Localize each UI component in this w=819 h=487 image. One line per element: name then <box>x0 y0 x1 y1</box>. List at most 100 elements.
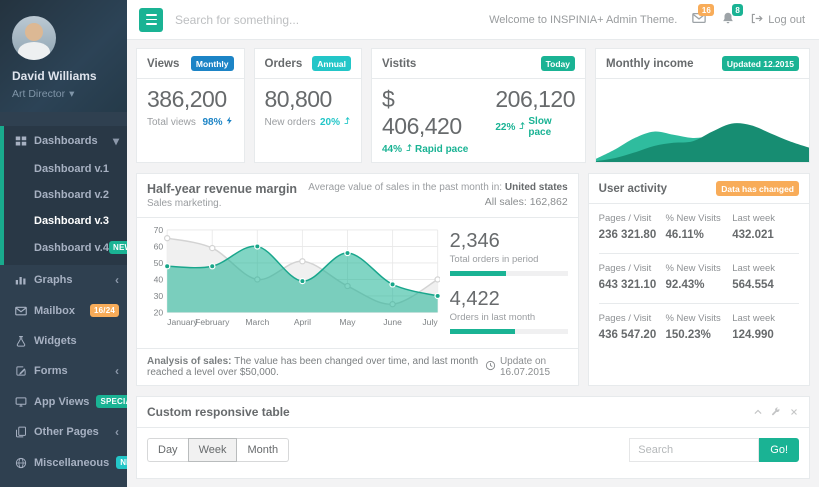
app-window: David Williams Art Director ▾ Dashboards… <box>0 0 819 487</box>
nav-section-graphs: Graphs‹ <box>0 265 127 295</box>
search-input[interactable] <box>175 13 415 27</box>
submenu: Dashboard v.1Dashboard v.2 Dashboard v.3 D… <box>4 156 127 265</box>
table-search: Go! <box>629 438 799 462</box>
sidebar-item-dashboards[interactable]: Dashboards▾ <box>4 126 127 156</box>
table-title: Custom responsive table <box>147 405 290 419</box>
sidebar-item-label: Forms <box>34 365 68 377</box>
views-value: 386,200 <box>147 86 234 113</box>
range-button-month[interactable]: Month <box>237 438 289 462</box>
notifications-button[interactable]: 8 <box>721 11 735 28</box>
revenue-title: Half-year revenue margin <box>147 182 297 196</box>
level-up-icon <box>342 116 351 128</box>
col-header-date: Date <box>736 472 808 478</box>
activity-cell-pages-visit: Pages / Visit436 547.20 <box>599 313 666 341</box>
svg-text:July: July <box>422 317 438 327</box>
orders-metric: 20% <box>320 116 351 128</box>
notifications-count-badge: 8 <box>732 4 743 16</box>
sidebar-item-app-views[interactable]: App ViewsSPECIAL <box>4 386 127 417</box>
sidebar-item-graphs[interactable]: Graphs‹ <box>4 265 127 295</box>
sidebar-subitem-dashboard-v-3[interactable]: Dashboard v.3 <box>4 208 127 234</box>
views-metric: 98% <box>202 116 233 128</box>
user-activity-panel: User activity Data has changed Pages / V… <box>588 173 810 386</box>
views-badge: Monthly <box>191 56 234 71</box>
sidebar-item-label: Miscellaneous <box>34 457 109 469</box>
close-icon[interactable] <box>789 407 799 417</box>
projects-table: #ProjectNamePhoneCompanyCompletedTaskDat… <box>147 472 809 478</box>
stats-row: Views Monthly 386,200 Total views 98% <box>136 48 810 163</box>
logout-label: Log out <box>768 14 805 26</box>
range-button-group: DayWeekMonth <box>147 438 289 462</box>
activity-value: 236 321.80 <box>599 229 666 241</box>
orders-label: New orders <box>265 117 316 128</box>
sidebar-item-forms[interactable]: Forms‹ <box>4 356 127 386</box>
files-icon <box>15 426 27 438</box>
logout-button[interactable]: Log out <box>750 12 805 28</box>
caret-down-icon: ▾ <box>69 88 74 100</box>
monthly-income-box: Monthly income Updated 12.2015 <box>595 48 810 163</box>
main-area: Welcome to INSPINIA+ Admin Theme. 16 8 L… <box>127 0 819 487</box>
sidebar-subitem-dashboard-v-1[interactable]: Dashboard v.1 <box>4 156 127 182</box>
orders-badge: Annual <box>312 56 351 71</box>
activity-label: Pages / Visit <box>599 313 666 324</box>
navbar-search <box>175 13 415 27</box>
user-profile: David Williams Art Director ▾ <box>0 0 127 112</box>
monthly-income-chart <box>596 110 809 162</box>
all-sales: All sales: 162,862 <box>308 196 567 208</box>
activity-value: 150.23% <box>665 329 732 341</box>
bolt-icon <box>225 116 234 128</box>
views-label: Total views <box>147 117 196 128</box>
table-search-input[interactable] <box>629 438 759 462</box>
wrench-icon[interactable] <box>771 407 781 417</box>
activity-value: 92.43% <box>665 279 732 291</box>
sidebar-item-miscellaneous[interactable]: Miscellaneous NEW <box>4 447 127 478</box>
navbar-right: Welcome to INSPINIA+ Admin Theme. 16 8 L… <box>489 11 819 28</box>
svg-text:30: 30 <box>154 291 164 301</box>
user-name: David Williams <box>12 69 115 83</box>
revenue-note: Average value of sales in the past month… <box>308 182 567 208</box>
range-button-day[interactable]: Day <box>147 438 188 462</box>
sidebar-item-ui-elements[interactable]: UI Elements‹ <box>4 478 127 487</box>
nav-section-miscellaneous: Miscellaneous NEW <box>0 447 127 478</box>
user-role-dropdown[interactable]: Art Director ▾ <box>12 88 115 100</box>
nav-section-ui-elements: UI Elements‹ <box>0 478 127 487</box>
sign-out-icon <box>750 12 763 28</box>
page-content: Views Monthly 386,200 Total views 98% <box>127 40 819 487</box>
activity-value: 432.021 <box>732 229 799 241</box>
chevron-left-icon: ‹ <box>115 426 119 438</box>
menu-toggle-button[interactable] <box>139 8 163 32</box>
go-button[interactable]: Go! <box>759 438 799 462</box>
flask-icon <box>15 335 27 347</box>
middle-row: Half-year revenue margin Sales marketing… <box>136 173 810 386</box>
sidebar: David Williams Art Director ▾ Dashboards… <box>0 0 127 487</box>
level-up-icon <box>517 121 526 133</box>
activity-row: Pages / Visit436 547.20% New Visits150.2… <box>599 304 799 353</box>
collapse-icon[interactable] <box>753 407 763 417</box>
range-button-week[interactable]: Week <box>188 438 238 462</box>
activity-cell-pages-visit: Pages / Visit236 321.80 <box>599 213 666 241</box>
orders-last-month-progressbar <box>450 329 568 334</box>
nav-section-other-pages: Other Pages‹ <box>0 417 127 447</box>
activity-label: Pages / Visit <box>599 263 666 274</box>
col-header-name: Name <box>328 472 407 478</box>
sidebar-subitem-dashboard-v-4[interactable]: Dashboard v.4NEW <box>4 234 127 261</box>
orders-in-period-value: 2,346 <box>450 230 568 253</box>
activity-cell-pages-visit: Pages / Visit643 321.10 <box>599 263 666 291</box>
sidebar-item-other-pages[interactable]: Other Pages‹ <box>4 417 127 447</box>
col-header-project: Project <box>165 472 328 478</box>
sidebar-item-widgets[interactable]: Widgets <box>4 326 127 356</box>
subitem-label: Dashboard v.3 <box>34 215 109 227</box>
col-header-phone: Phone <box>407 472 491 478</box>
sidebar-subitem-dashboard-v-2[interactable]: Dashboard v.2 <box>4 182 127 208</box>
svg-text:60: 60 <box>154 241 164 251</box>
sidebar-item-mailbox[interactable]: Mailbox16/24 <box>4 295 127 326</box>
sidebar-badge: 16/24 <box>90 304 119 317</box>
revenue-line-chart: 203040506070JanuaryFebruaryMarchAprilMay… <box>147 226 440 336</box>
visits-title: Vistits <box>382 58 416 70</box>
orders-last-month-value: 4,422 <box>450 288 568 311</box>
activity-label: % New Visits <box>665 213 732 224</box>
sidebar-badge: NEW <box>116 456 127 469</box>
col-header-action: Action <box>807 472 809 478</box>
visits-item-revenue: $ 406,420 44% Rapid pace <box>382 86 469 155</box>
messages-button[interactable]: 16 <box>692 11 706 28</box>
subitem-badge: NEW <box>109 241 127 254</box>
